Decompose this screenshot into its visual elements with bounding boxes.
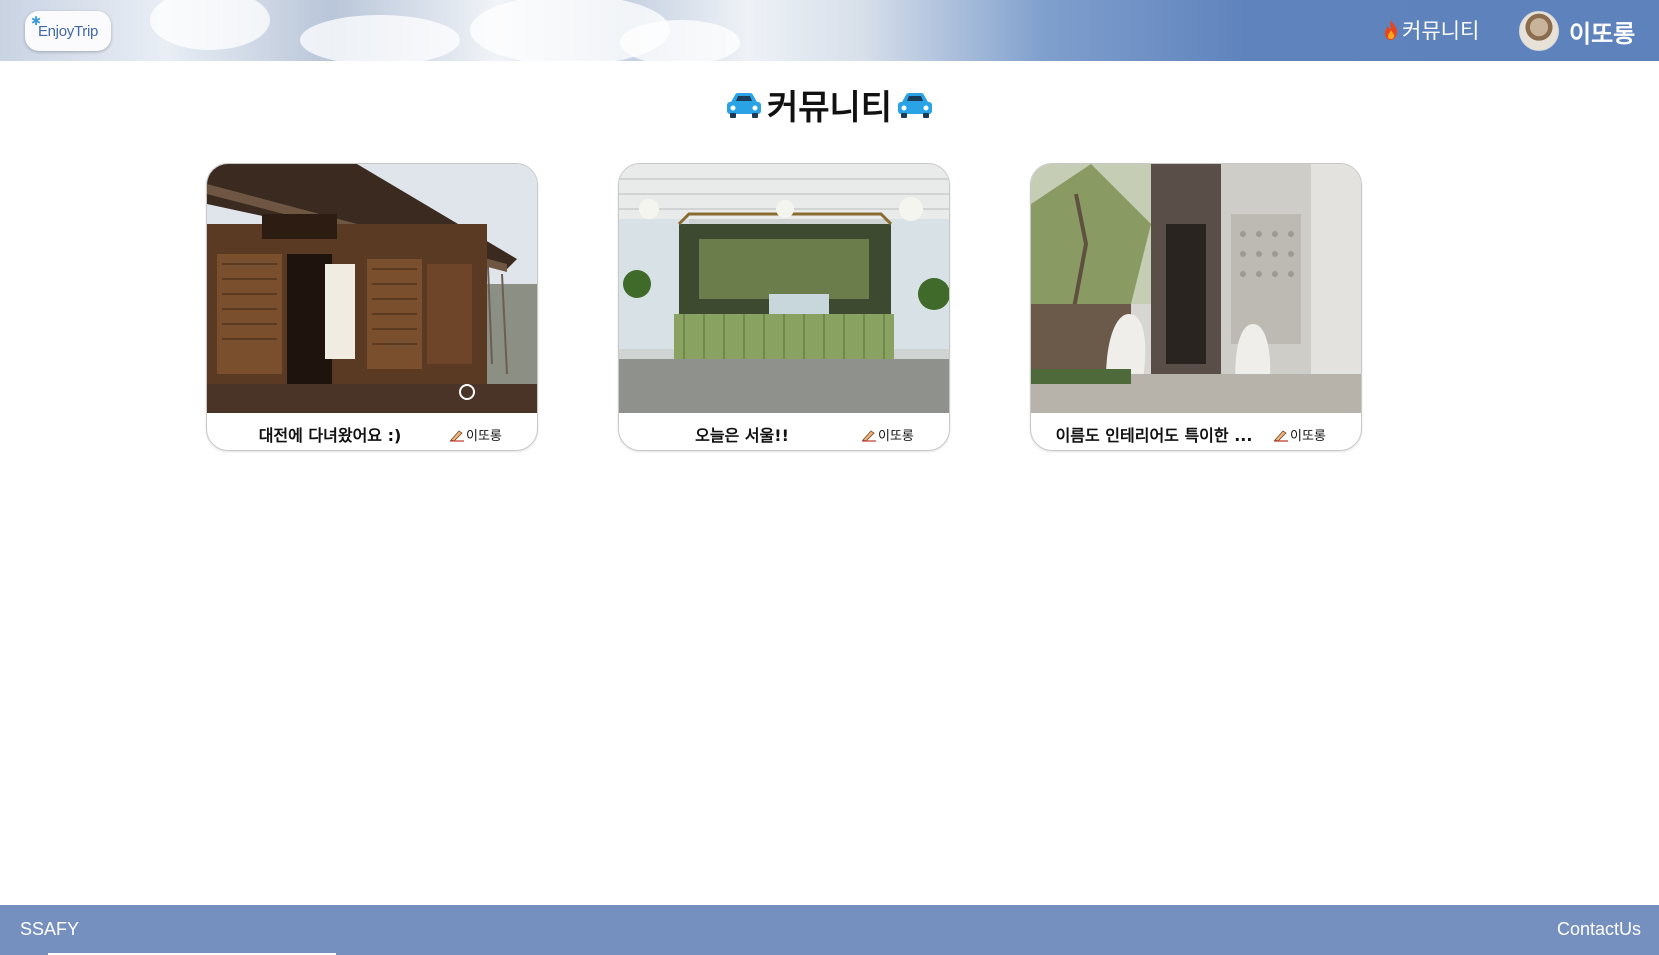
card-author: 이또롱 xyxy=(861,425,914,444)
card-footer: 오늘은 서울!! 이또롱 xyxy=(619,413,949,450)
card-footer: 대전에 다녀왔어요 :) 이또롱 xyxy=(207,413,537,450)
logo-text: EnjoyTrip xyxy=(37,22,99,40)
community-card[interactable]: 이름도 인테리어도 특이한 ... 이또롱 xyxy=(1030,163,1362,451)
page-title: 커뮤니티 xyxy=(766,88,893,128)
building-with-lion-statues-photo xyxy=(1031,164,1361,413)
card-title: 대전에 다녀왔어요 :) xyxy=(258,426,402,445)
contact-us-link[interactable]: ContactUs xyxy=(1557,919,1641,940)
nav-community-label: 커뮤니티 xyxy=(1402,19,1480,43)
cloud-decoration xyxy=(620,20,740,65)
palm-icon: ✱ xyxy=(31,14,42,28)
community-card[interactable]: 오늘은 서울!! 이또롱 xyxy=(618,163,950,451)
avatar xyxy=(1519,11,1559,51)
page-title-row: 커뮤니티 xyxy=(0,80,1659,129)
top-header: ✱ EnjoyTrip 커뮤니티 이또롱 xyxy=(0,0,1659,65)
card-footer: 이름도 인테리어도 특이한 ... 이또롱 xyxy=(1031,413,1361,450)
card-author: 이또롱 xyxy=(1273,425,1326,444)
cafe-interior-photo xyxy=(619,164,949,413)
card-author-name: 이또롱 xyxy=(1290,429,1326,444)
hanok-house-photo xyxy=(207,164,537,413)
fire-icon xyxy=(1385,20,1398,40)
writing-hand-icon xyxy=(450,429,464,442)
card-title: 이름도 인테리어도 특이한 ... xyxy=(1055,426,1253,445)
car-icon xyxy=(898,92,933,118)
card-title: 오늘은 서울!! xyxy=(695,426,789,445)
nav-community-link[interactable]: 커뮤니티 xyxy=(1382,16,1479,44)
community-card[interactable]: 대전에 다녀왔어요 :) 이또롱 xyxy=(206,163,538,451)
enjoytrip-logo[interactable]: ✱ EnjoyTrip xyxy=(25,11,111,51)
page-footer: SSAFY ContactUs xyxy=(0,905,1659,955)
footer-ssafy-label: SSAFY xyxy=(20,919,80,939)
car-icon xyxy=(726,92,761,118)
user-name: 이또롱 xyxy=(1569,19,1636,48)
user-menu[interactable]: 이또롱 xyxy=(1519,11,1635,51)
cloud-decoration xyxy=(150,0,270,50)
writing-hand-icon xyxy=(862,429,876,442)
cloud-decoration xyxy=(300,15,460,65)
writing-hand-icon xyxy=(1274,429,1288,442)
card-author: 이또롱 xyxy=(449,425,502,444)
card-author-name: 이또롱 xyxy=(878,429,914,444)
card-author-name: 이또롱 xyxy=(466,429,502,444)
